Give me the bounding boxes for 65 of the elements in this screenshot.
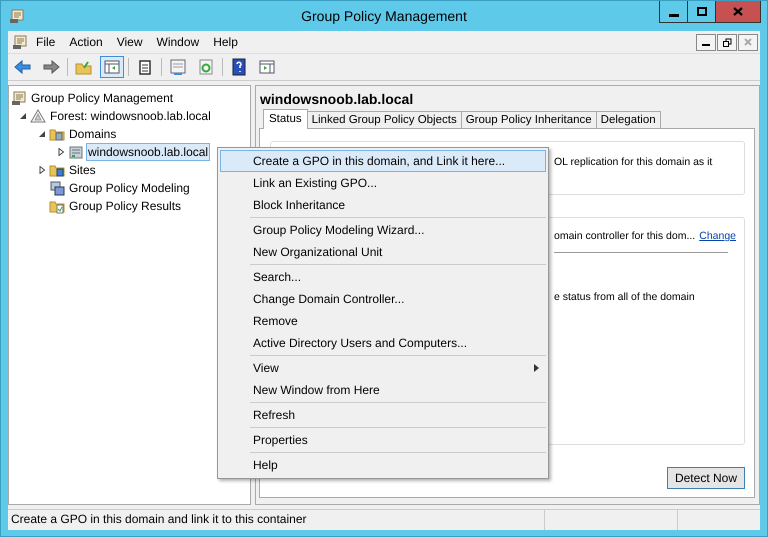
- menu-item[interactable]: Search...: [220, 266, 546, 288]
- minimize-icon: [668, 14, 678, 16]
- window-icon: [169, 58, 187, 76]
- pane-icon: [258, 58, 276, 76]
- status-text: e status from all of the domain: [554, 291, 695, 303]
- tree-item[interactable]: Group Policy Modeling: [67, 179, 192, 197]
- forward-arrow-icon: [42, 58, 60, 76]
- menu-item[interactable]: Group Policy Modeling Wizard...: [220, 219, 546, 241]
- menu-item[interactable]: View: [220, 357, 546, 379]
- tab[interactable]: Group Policy Inheritance: [460, 111, 597, 128]
- toolbar-button[interactable]: [100, 56, 124, 78]
- menu-item[interactable]: View: [110, 33, 148, 51]
- restore-button[interactable]: [717, 34, 737, 50]
- tree-item[interactable]: Group Policy Management: [29, 89, 176, 107]
- minimize-button[interactable]: [696, 34, 716, 50]
- tree-item[interactable]: Group Policy Results: [67, 197, 184, 215]
- triangle-icon: [30, 108, 46, 124]
- tab[interactable]: Status: [263, 109, 308, 129]
- status-text: OL replication for this domain as it: [554, 156, 712, 168]
- maximize-icon: [696, 7, 706, 16]
- menu-item[interactable]: Remove: [220, 310, 546, 332]
- menu-item[interactable]: Active Directory Users and Computers...: [220, 332, 546, 354]
- expand-icon[interactable]: [38, 166, 46, 174]
- scroll-icon: [11, 90, 27, 106]
- tree-item[interactable]: windowsnoob.lab.local: [86, 143, 210, 161]
- help-icon: [230, 58, 248, 76]
- menu-item[interactable]: Block Inheritance: [220, 194, 546, 216]
- restore-icon: [722, 38, 732, 46]
- menu-item[interactable]: Action: [63, 33, 109, 51]
- pane-icon: [103, 58, 121, 76]
- collapse-icon[interactable]: [19, 112, 27, 120]
- server-icon: [68, 144, 84, 160]
- menu-item[interactable]: Help: [220, 454, 546, 476]
- window-title: Group Policy Management: [301, 8, 467, 24]
- tree-item[interactable]: Domains: [67, 125, 118, 143]
- domain-controller-text: omain controller for this dom...: [554, 230, 696, 242]
- computer-icon: [49, 180, 65, 196]
- menu-item[interactable]: File: [30, 33, 62, 51]
- tab[interactable]: Linked Group Policy Objects: [306, 111, 462, 128]
- status-bar-text: Create a GPO in this domain and link it to this container: [8, 510, 545, 530]
- tree-item[interactable]: Sites: [67, 161, 98, 179]
- menu-item[interactable]: Refresh: [220, 404, 546, 426]
- menu-item[interactable]: Window: [150, 33, 206, 51]
- menu-item[interactable]: Properties: [220, 429, 546, 451]
- menu-item[interactable]: New Organizational Unit: [220, 241, 546, 263]
- menu-item[interactable]: Create a GPO in this domain, and Link it here...: [220, 150, 546, 172]
- menu-item[interactable]: Link an Existing GPO...: [220, 172, 546, 194]
- collapse-icon[interactable]: [38, 130, 46, 138]
- menu-item[interactable]: Change Domain Controller...: [220, 288, 546, 310]
- minimize-icon: [702, 44, 710, 46]
- change-link[interactable]: Change: [699, 230, 736, 242]
- expand-icon[interactable]: [57, 148, 65, 156]
- refresh-icon: [197, 58, 215, 76]
- tree-item[interactable]: Forest: windowsnoob.lab.local: [48, 107, 213, 125]
- menu-item[interactable]: Help: [207, 33, 244, 51]
- menu-item[interactable]: New Window from Here: [220, 379, 546, 401]
- close-button[interactable]: [716, 1, 760, 22]
- close-icon: [733, 7, 743, 16]
- detect-now-button[interactable]: Detect Now: [666, 467, 745, 489]
- scroll-icon: [9, 8, 25, 24]
- close-icon: [744, 38, 752, 46]
- back-arrow-icon: [14, 58, 32, 76]
- tab[interactable]: Delegation: [596, 111, 661, 128]
- scroll-icon: [12, 34, 28, 50]
- details-heading: windowsnoob.lab.local: [259, 90, 414, 109]
